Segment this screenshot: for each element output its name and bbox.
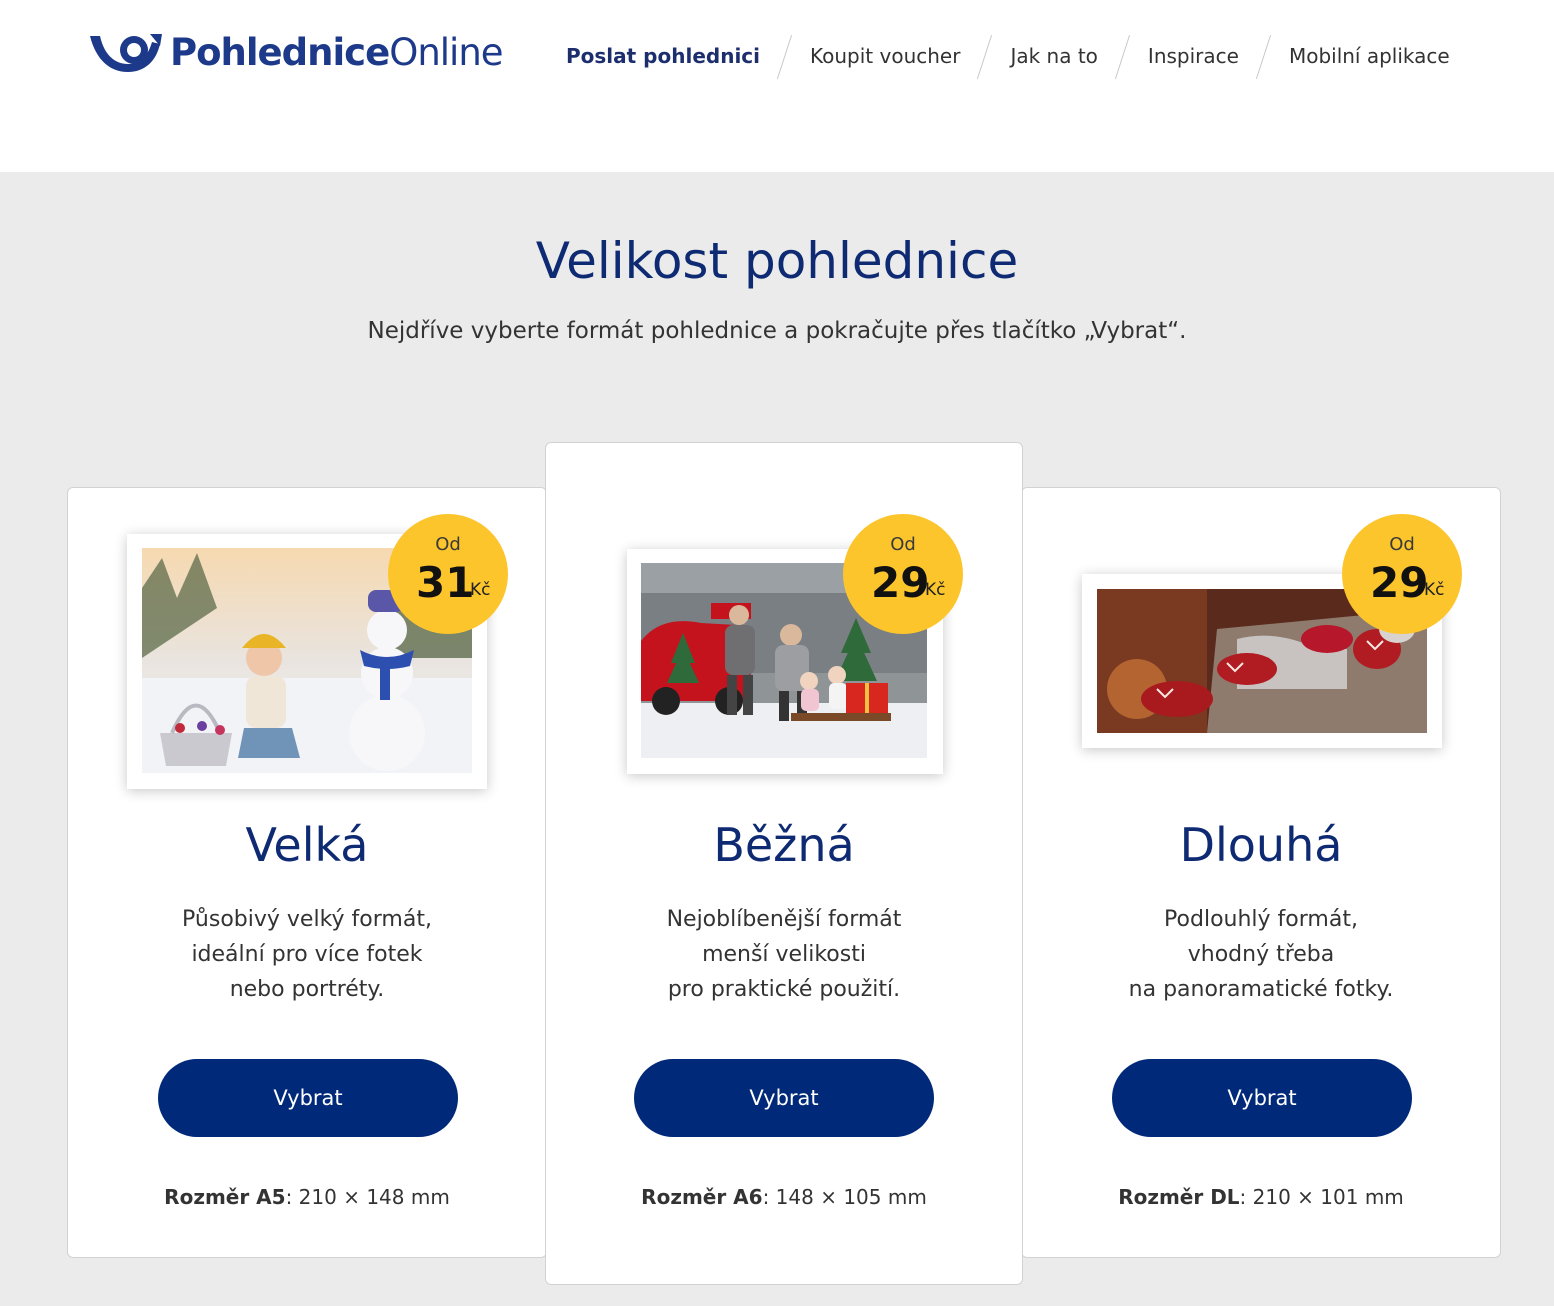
nav-divider (1116, 34, 1130, 78)
nav-item-inspirace[interactable]: Inspirace (1148, 44, 1239, 68)
card-description: Podlouhlý formát, vhodný třeba na panora… (1128, 907, 1394, 1002)
page-subtitle: Nejdříve vyberte formát pohlednice a pok… (367, 318, 1187, 344)
nav-divider (778, 34, 792, 78)
card-title: Velká (245, 818, 369, 872)
price-from-label: Od (435, 534, 461, 555)
nav-item-mobilni-aplikace[interactable]: Mobilní aplikace (1289, 44, 1450, 68)
format-card-dlouha: Od 29 Kč Dlouhá Podlouhlý formát, vhodný… (1021, 487, 1501, 1258)
dimension-info: Rozměr A6: 148 × 105 mm (641, 1185, 927, 1209)
format-card-bezna: Od 29 Kč Běžná Nejoblíbenější formát men… (545, 442, 1023, 1285)
main-nav: Poslat pohlednici Koupit voucher Jak na … (566, 36, 1450, 76)
nav-item-koupit-voucher[interactable]: Koupit voucher (810, 44, 960, 68)
site-logo[interactable]: PohledniceOnline (88, 28, 504, 76)
price-from-label: Od (890, 534, 916, 555)
select-button[interactable]: Vybrat (634, 1059, 934, 1137)
price-value: 29 (1370, 558, 1429, 607)
dimension-info: Rozměr A5: 210 × 148 mm (164, 1185, 450, 1209)
price-currency: Kč (1424, 580, 1445, 600)
dimension-info: Rozměr DL: 210 × 101 mm (1118, 1185, 1404, 1209)
price-badge: Od 29 Kč (843, 514, 963, 634)
card-description: Nejoblíbenější formát menší velikosti pr… (666, 907, 902, 1002)
card-title: Dlouhá (1179, 818, 1343, 872)
nav-divider (978, 34, 992, 78)
nav-divider (1257, 34, 1271, 78)
nav-item-jak-na-to[interactable]: Jak na to (1010, 44, 1097, 68)
nav-item-poslat-pohlednici[interactable]: Poslat pohlednici (566, 44, 760, 68)
price-badge: Od 31 Kč (388, 514, 508, 634)
price-value: 29 (871, 558, 930, 607)
price-badge: Od 29 Kč (1342, 514, 1462, 634)
logo-text: PohledniceOnline (170, 30, 504, 74)
price-from-label: Od (1389, 534, 1415, 555)
card-title: Běžná (713, 818, 855, 872)
price-currency: Kč (925, 580, 946, 600)
select-button[interactable]: Vybrat (158, 1059, 458, 1137)
price-currency: Kč (470, 580, 491, 600)
site-header: PohledniceOnline Poslat pohlednici Koupi… (0, 0, 1554, 172)
page-title: Velikost pohlednice (535, 232, 1019, 290)
format-card-velka: Od 31 Kč Velká Působivý velký formát, id… (67, 487, 547, 1258)
price-value: 31 (416, 558, 475, 607)
post-horn-logo-icon (90, 34, 162, 72)
card-description: Působivý velký formát, ideální pro více … (182, 907, 432, 1002)
select-button[interactable]: Vybrat (1112, 1059, 1412, 1137)
